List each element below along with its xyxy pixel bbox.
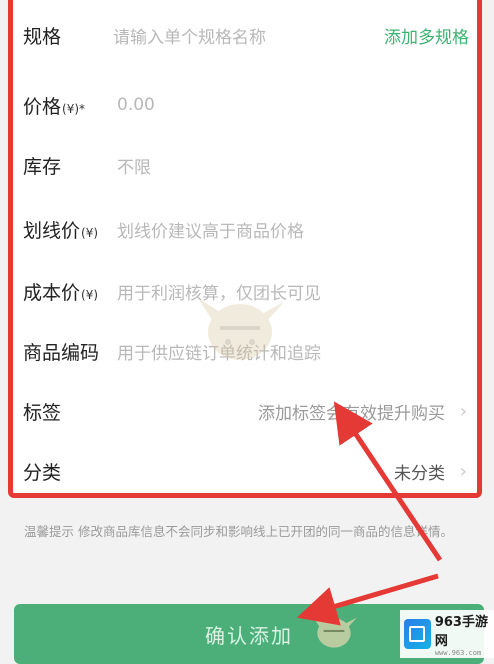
site-logo: 963手游网 www.963.com	[400, 610, 494, 658]
red-arrow-icon	[296, 401, 443, 626]
site-logo-icon	[404, 619, 431, 649]
